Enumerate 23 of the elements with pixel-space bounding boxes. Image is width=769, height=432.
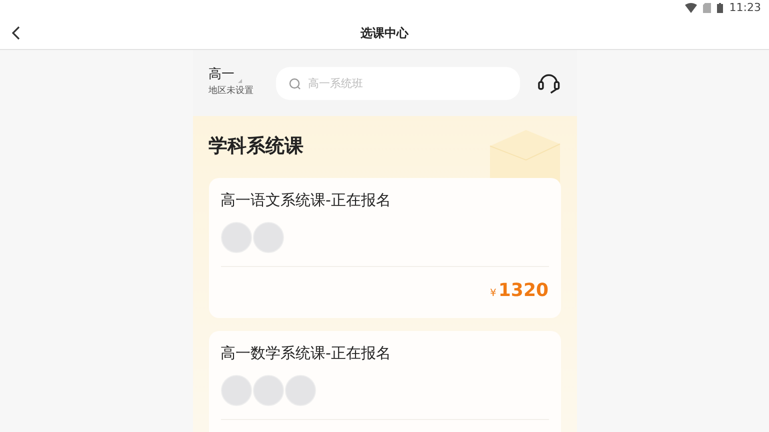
headset-icon[interactable] [536,72,560,94]
course-card[interactable]: 高一数学系统课-正在报名 [208,331,560,432]
teacher-avatar [284,375,316,406]
wifi-icon [685,3,698,13]
section-title: 学科系统课 [208,134,304,159]
course-price: 1320 [498,281,548,301]
no-sim-icon [703,3,712,13]
dropdown-icon [238,79,242,84]
teacher-avatar [220,375,252,406]
region-label: 地区未设置 [208,85,254,98]
search-icon [288,78,301,90]
teacher-avatar [252,222,284,253]
battery-icon [717,3,724,13]
teacher-avatar [220,222,252,253]
status-time: 11:23 [729,0,761,16]
teacher-avatar [252,375,284,406]
course-title: 高一语文系统课-正在报名 [220,190,392,210]
grade-selector[interactable]: 高一 [208,67,234,84]
course-card[interactable]: 高一语文系统课-正在报名 ¥1320 [208,178,560,318]
page-title: 选课中心 [360,24,408,42]
search-field[interactable]: 高一系统班 [276,66,520,100]
course-title: 高一数学系统课-正在报名 [220,343,392,363]
currency-symbol: ¥ [490,287,496,301]
